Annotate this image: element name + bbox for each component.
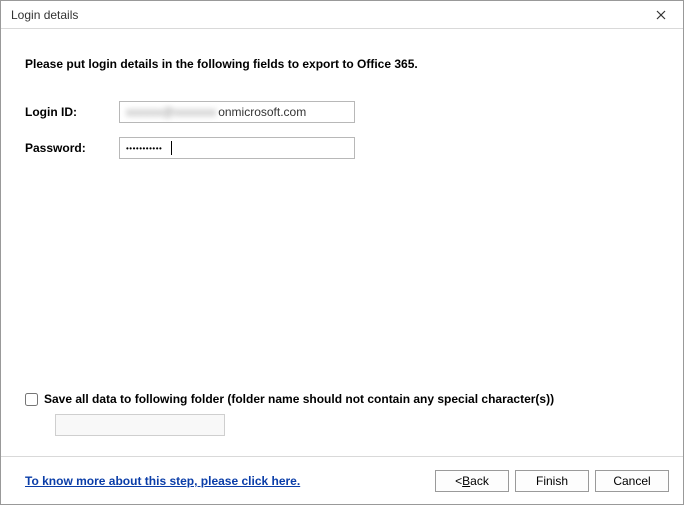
password-label: Password:: [25, 141, 119, 155]
instruction-text: Please put login details in the followin…: [25, 57, 659, 71]
titlebar: Login details: [1, 1, 683, 29]
back-button[interactable]: < Back: [435, 470, 509, 492]
cancel-button[interactable]: Cancel: [595, 470, 669, 492]
dialog-body: Please put login details in the followin…: [1, 29, 683, 456]
login-id-value-obscured: xxxxxx@xxxxxxx: [126, 105, 216, 119]
save-folder-label: Save all data to following folder (folde…: [44, 392, 554, 406]
help-link[interactable]: To know more about this step, please cli…: [25, 474, 300, 488]
password-row: Password:: [25, 137, 659, 159]
password-field[interactable]: [119, 137, 355, 159]
finish-button[interactable]: Finish: [515, 470, 589, 492]
login-id-label: Login ID:: [25, 105, 119, 119]
save-folder-checkbox[interactable]: [25, 393, 38, 406]
close-icon: [656, 10, 666, 20]
close-button[interactable]: [647, 5, 675, 25]
text-caret: [171, 141, 172, 155]
login-id-value-domain: onmicrosoft.com: [218, 105, 306, 119]
login-details-dialog: Login details Please put login details i…: [0, 0, 684, 505]
login-row: Login ID: xxxxxx@xxxxxxx onmicrosoft.com: [25, 101, 659, 123]
save-folder-block: Save all data to following folder (folde…: [25, 392, 554, 436]
save-folder-input[interactable]: [55, 414, 225, 436]
dialog-footer: To know more about this step, please cli…: [1, 456, 683, 504]
window-title: Login details: [11, 8, 78, 22]
login-id-field[interactable]: xxxxxx@xxxxxxx onmicrosoft.com: [119, 101, 355, 123]
